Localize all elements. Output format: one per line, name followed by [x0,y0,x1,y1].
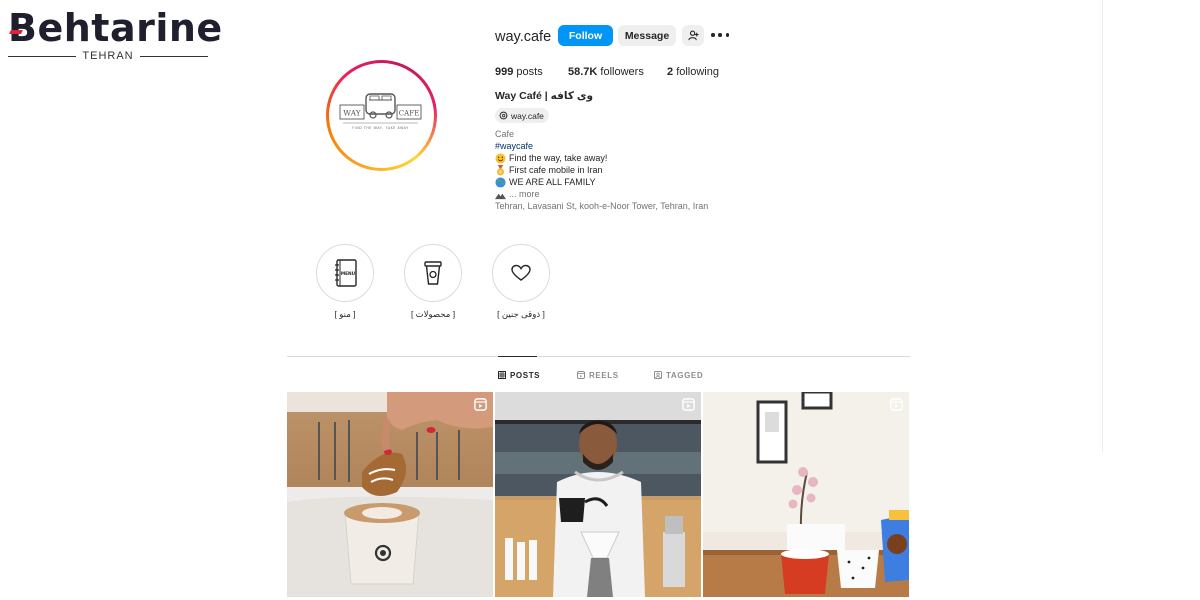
tab-posts[interactable]: POSTS [498,369,540,381]
tab-reels[interactable]: REELS [577,369,619,381]
bio-hashtag-link[interactable]: #waycafe [495,140,708,152]
more-options-icon[interactable] [711,28,729,42]
logo-word-right: CAFE [399,110,419,118]
highlight-label: [ ذوقی جنین ] [497,309,545,319]
highlight-label: [ محصولات ] [410,309,456,319]
bio-more-link[interactable]: ... more [495,188,708,200]
bio-line: First cafe mobile in Iran [495,164,708,176]
brand-subline: TEHRAN [8,50,209,62]
post-cups-image [703,392,909,597]
globe-emoji-icon [495,176,506,188]
reels-icon [577,371,585,379]
highlight-taste[interactable]: [ ذوقی جنین ] [492,244,550,319]
profile-username: way.cafe [495,29,552,45]
profile-bio: Cafe #waycafe Find the way, take away! F… [495,128,708,212]
avatar-logo: WAY CAFE FIND THE WAY, TAKE AWAY [333,67,430,164]
threads-icon [499,111,508,120]
threads-handle: way.cafe [511,110,544,121]
brand-watermark: Behtarine TEHRAN [8,8,222,62]
following-link[interactable]: 2 following [667,65,719,79]
bio-line: WE ARE ALL FAMILY [495,176,708,188]
tagged-icon [654,371,662,379]
medal-emoji-icon [497,164,504,175]
smiley-emoji-icon [495,152,506,164]
post-barista-image [495,392,701,597]
bio-address[interactable]: Tehran, Lavasani St, kooh-e-Noor Tower, … [495,200,708,212]
post-tile[interactable] [703,392,909,597]
brand-stripe [9,30,23,34]
active-tab-indicator [498,356,537,357]
post-latte-image [287,392,493,597]
highlight-products[interactable]: [ محصولات ] [404,244,462,319]
grid-icon [498,371,506,379]
reel-badge-icon [474,398,487,411]
coffee-cup-icon [424,261,442,285]
bio-category: Cafe [495,129,515,139]
suggested-accounts-button[interactable] [682,25,704,46]
mountain-emoji-icon [495,193,506,199]
reel-badge-icon [890,398,903,411]
page-divider [1102,0,1103,452]
follow-button[interactable]: Follow [558,25,613,46]
post-tile[interactable] [287,392,493,597]
menu-book-icon: MENU [335,259,357,287]
logo-word-left: WAY [343,109,361,118]
message-button[interactable]: Message [618,25,676,46]
tabs-divider [287,356,910,357]
cafe-van-logo-icon: WAY CAFE FIND THE WAY, TAKE AWAY [339,93,422,130]
heart-icon [511,264,531,281]
svg-text:MENU: MENU [341,271,356,277]
posts-count: 999 posts [495,66,543,78]
post-tile[interactable] [495,392,701,597]
brand-logo-text: Behtarine [8,6,223,50]
profile-full-name: Way Café | وی کافه [495,90,594,102]
profile-avatar[interactable]: WAY CAFE FIND THE WAY, TAKE AWAY [326,60,437,171]
tab-tagged[interactable]: TAGGED [654,369,703,381]
followers-link[interactable]: 58.7K followers [568,65,644,79]
reel-badge-icon [682,398,695,411]
highlight-menu[interactable]: MENU [ منو ] [316,244,374,319]
highlight-label: [ منو ] [334,309,356,319]
add-person-icon [687,30,699,41]
brand-city: TEHRAN [82,50,134,62]
bio-line: Find the way, take away! [495,152,708,164]
threads-badge[interactable]: way.cafe [495,108,549,123]
logo-tagline: FIND THE WAY, TAKE AWAY [352,126,409,130]
